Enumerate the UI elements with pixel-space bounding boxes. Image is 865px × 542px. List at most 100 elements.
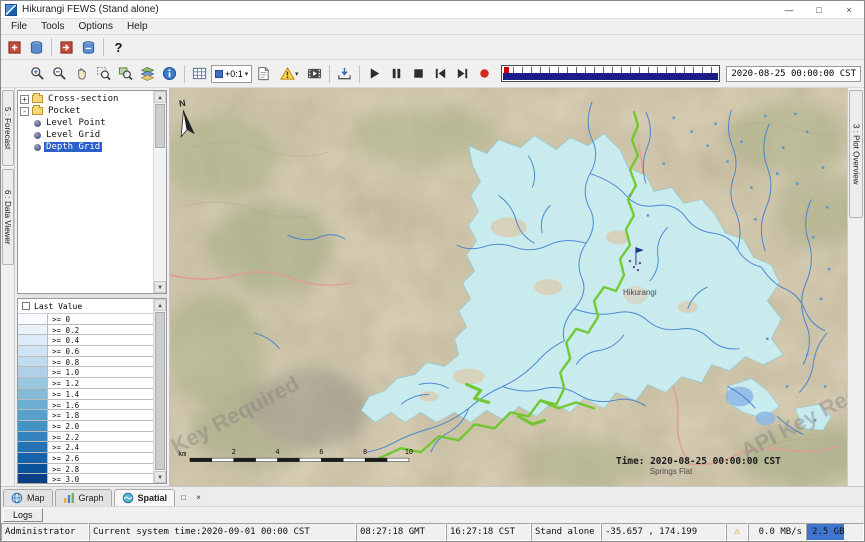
tree-item-level-grid[interactable]: Level Grid <box>20 129 153 141</box>
dock-tab-forecast[interactable]: 5 : Forecast <box>2 90 14 166</box>
tab-spatial[interactable]: Spatial <box>114 489 176 506</box>
map-panel: Hikurangi Springs Flat API Key Required … <box>170 88 847 486</box>
tab-restore-button[interactable]: □ <box>177 491 190 504</box>
bottom-tab-bar: Map Graph Spatial □ × <box>1 486 864 506</box>
database-blue-icon[interactable] <box>26 37 47 58</box>
zoom-extent-icon[interactable] <box>115 63 136 84</box>
scroll-up-icon[interactable]: ▲ <box>154 91 166 103</box>
legend-swatch <box>18 432 48 442</box>
window-title: Hikurangi FEWS (Stand alone) <box>22 4 774 15</box>
legend-swatch <box>18 357 48 367</box>
status-user: Administrator <box>1 523 89 541</box>
left-panel: + Cross-section - Pocket Level Point <box>15 88 170 486</box>
layer-node-icon <box>34 132 41 139</box>
last-value-checkbox[interactable] <box>22 302 30 310</box>
legend-row: >= 1.2 <box>18 378 153 389</box>
scrollbar-thumb[interactable] <box>155 312 165 470</box>
zoom-out-icon[interactable] <box>49 63 70 84</box>
legend-row: >= 2.8 <box>18 464 153 475</box>
status-local-time: 16:27:18 CST <box>446 523 531 541</box>
help-button[interactable]: ? <box>108 37 129 58</box>
stop-icon[interactable] <box>408 63 429 84</box>
maximize-button[interactable]: □ <box>804 1 834 19</box>
pause-icon[interactable] <box>386 63 407 84</box>
logs-button[interactable]: Logs <box>3 508 43 522</box>
toolbar-separator <box>103 38 104 56</box>
zoom-in-icon[interactable] <box>27 63 48 84</box>
tree-item-depth-grid[interactable]: Depth Grid <box>20 141 153 153</box>
layers-icon[interactable] <box>137 63 158 84</box>
legend-swatch <box>18 325 48 335</box>
svg-text:10: 10 <box>405 448 413 456</box>
play-icon[interactable] <box>364 63 385 84</box>
step-back-icon[interactable] <box>430 63 451 84</box>
legend-swatch <box>18 335 48 345</box>
grid-display-icon[interactable] <box>189 63 210 84</box>
legend-swatch <box>18 464 48 474</box>
warnings-dropdown[interactable]: ▾ <box>275 63 303 84</box>
spatial-icon <box>122 492 134 504</box>
menu-tools[interactable]: Tools <box>34 20 71 33</box>
menu-options[interactable]: Options <box>71 20 119 33</box>
legend-row: >= 0.2 <box>18 325 153 336</box>
dock-tab-data-viewer[interactable]: 6 : Data Viewer <box>2 169 14 265</box>
scrollbar-thumb[interactable] <box>155 104 165 148</box>
toolbar-separator <box>184 65 185 83</box>
menu-help[interactable]: Help <box>120 20 155 33</box>
main-region: 5 : Forecast 6 : Data Viewer + Cross-sec… <box>1 88 864 486</box>
info-icon[interactable] <box>159 63 180 84</box>
legend-scrollbar[interactable]: ▲ ▼ <box>153 299 166 483</box>
titlebar: Hikurangi FEWS (Stand alone) — □ × <box>1 1 864 19</box>
app-logo-icon <box>5 4 17 16</box>
svg-text:6: 6 <box>319 448 323 456</box>
toolbar-separator <box>329 65 330 83</box>
tab-graph[interactable]: Graph <box>55 489 112 506</box>
import-red-icon[interactable] <box>56 37 77 58</box>
globe-icon <box>11 492 23 504</box>
scroll-down-icon[interactable]: ▼ <box>154 471 166 483</box>
legend-title: Last Value <box>34 302 82 311</box>
movie-export-icon[interactable] <box>304 63 325 84</box>
legend-swatch <box>18 453 48 463</box>
record-icon[interactable] <box>474 63 495 84</box>
profile-document-icon[interactable] <box>253 63 274 84</box>
tree-item-level-point[interactable]: Level Point <box>20 117 153 129</box>
tree-scrollbar[interactable]: ▲ ▼ <box>153 91 166 293</box>
pan-hand-icon[interactable] <box>71 63 92 84</box>
legend-row: >= 2.4 <box>18 442 153 453</box>
folder-icon <box>32 95 43 103</box>
scroll-up-icon[interactable]: ▲ <box>154 299 166 311</box>
tree-item-pocket[interactable]: - Pocket <box>20 105 153 117</box>
legend-swatch <box>18 389 48 399</box>
minimize-button[interactable]: — <box>774 1 804 19</box>
combo-swatch-icon <box>215 70 223 78</box>
chevron-down-icon: ▾ <box>245 70 249 78</box>
tree-collapse-toggle[interactable]: - <box>20 107 29 116</box>
warning-icon: ⚠ <box>734 527 740 537</box>
tab-map[interactable]: Map <box>3 489 53 506</box>
export-blue-icon[interactable] <box>78 37 99 58</box>
chevron-down-icon: ▾ <box>295 70 299 78</box>
status-coordinates: -35.657 , 174.199 <box>601 523 726 541</box>
map-label-town: Hikurangi <box>623 288 657 297</box>
save-download-icon[interactable] <box>334 63 355 84</box>
map-label-place: Springs Flat <box>650 467 693 476</box>
folder-icon <box>32 107 43 115</box>
svg-text:8: 8 <box>363 448 367 456</box>
legend-row: >= 0.8 <box>18 357 153 368</box>
zoom-rectangle-icon[interactable] <box>93 63 114 84</box>
step-forward-icon[interactable] <box>452 63 473 84</box>
tree-expand-toggle[interactable]: + <box>20 95 29 104</box>
dock-tab-plot-overview[interactable]: 3 : Plot Overview <box>849 90 863 218</box>
tree-item-cross-section[interactable]: + Cross-section <box>20 93 153 105</box>
scroll-down-icon[interactable]: ▼ <box>154 281 166 293</box>
logs-row: Logs <box>1 506 864 523</box>
database-red-icon[interactable] <box>4 37 25 58</box>
timestep-combo[interactable]: +0:1 ▾ <box>211 65 252 83</box>
tab-close-button[interactable]: × <box>192 491 205 504</box>
menu-file[interactable]: File <box>4 20 34 33</box>
map-canvas[interactable]: Hikurangi Springs Flat API Key Required … <box>170 88 847 486</box>
timeline-slider[interactable] <box>501 65 720 82</box>
timeline-marker[interactable] <box>504 67 509 73</box>
close-button[interactable]: × <box>834 1 864 19</box>
